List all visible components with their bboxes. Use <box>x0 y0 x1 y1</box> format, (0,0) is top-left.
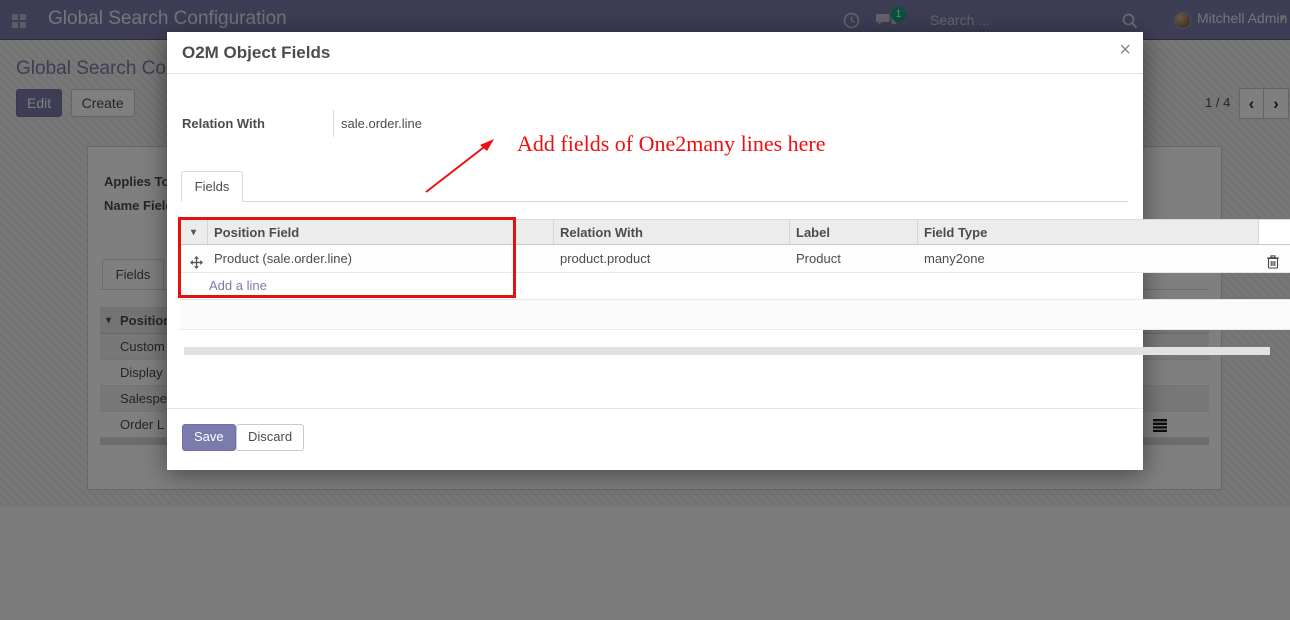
header-relation-with[interactable]: Relation With <box>554 220 790 244</box>
dialog-footer: Save Discard <box>167 408 1143 470</box>
delete-row-icon[interactable] <box>1259 245 1290 272</box>
dialog-title: O2M Object Fields <box>182 43 330 63</box>
cell-position-field: Product (sale.order.line) <box>208 245 554 272</box>
header-actions <box>1259 220 1290 244</box>
cell-label: Product <box>790 245 918 272</box>
header-position-field[interactable]: Position Field <box>208 220 554 244</box>
close-icon[interactable]: × <box>1119 39 1131 62</box>
relation-with-label: Relation With <box>182 116 265 131</box>
table-header-row: ▾ Position Field Relation With Label Fie… <box>180 219 1290 245</box>
relation-with-value: sale.order.line <box>341 116 422 131</box>
o2m-fields-dialog: O2M Object Fields × Relation With sale.o… <box>167 32 1143 470</box>
header-field-type[interactable]: Field Type <box>918 220 1259 244</box>
discard-button[interactable]: Discard <box>236 424 304 451</box>
header-label[interactable]: Label <box>790 220 918 244</box>
add-line-row: Add a line <box>180 273 1290 300</box>
field-separator <box>333 110 334 137</box>
o2m-table: ▾ Position Field Relation With Label Fie… <box>180 219 1290 355</box>
table-row[interactable]: Product (sale.order.line) product.produc… <box>180 245 1290 273</box>
cell-field-type: many2one <box>918 245 1259 272</box>
dialog-header: O2M Object Fields × <box>167 32 1143 74</box>
empty-row <box>180 300 1290 330</box>
cell-relation-with: product.product <box>554 245 790 272</box>
sort-caret-icon: ▾ <box>180 220 208 244</box>
screen: Global Search Configuration 1 Mitchell A… <box>0 0 1290 620</box>
annotation-text: Add fields of One2many lines here <box>517 131 826 157</box>
save-button[interactable]: Save <box>182 424 236 451</box>
table-scrollbar[interactable] <box>184 347 1270 355</box>
tab-fields[interactable]: Fields <box>181 171 243 202</box>
add-a-line-link[interactable]: Add a line <box>209 278 267 293</box>
drag-handle-icon[interactable] <box>180 245 208 272</box>
tab-divider <box>182 201 1128 202</box>
annotation-arrow <box>420 134 504 198</box>
